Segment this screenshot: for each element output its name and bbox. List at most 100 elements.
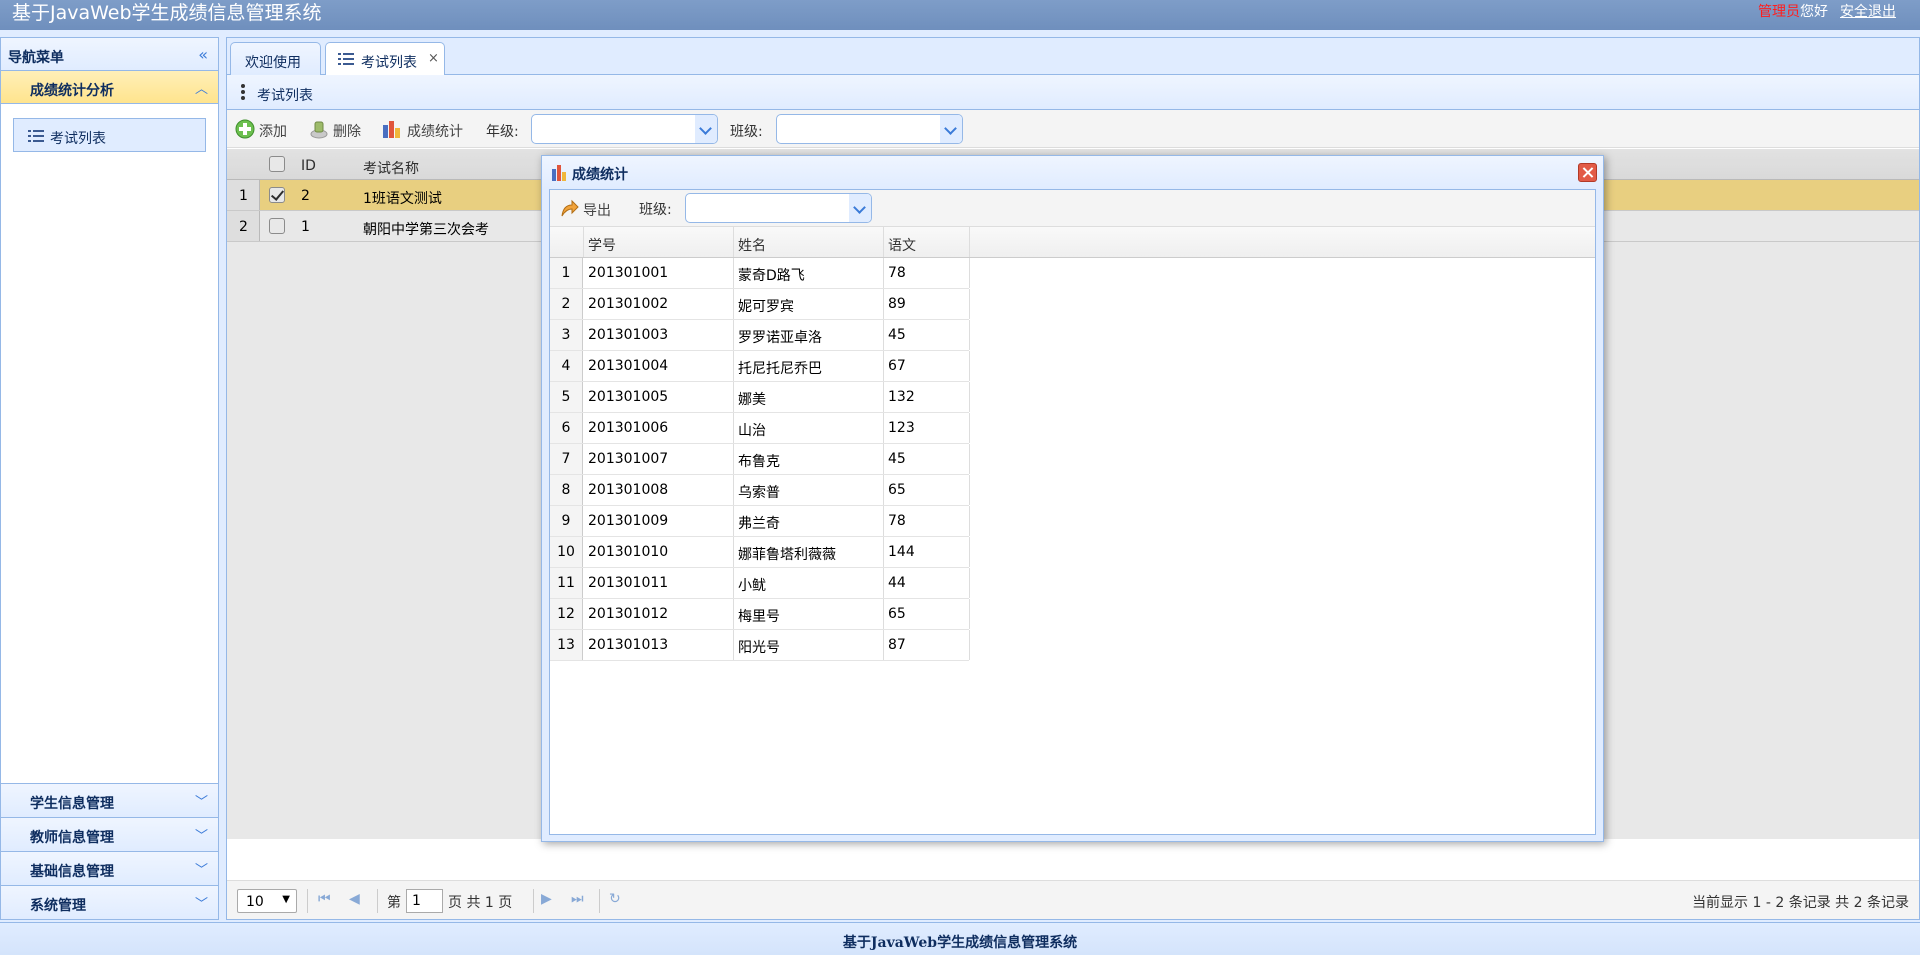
cell-chinese-score: 89 <box>888 296 906 312</box>
cell-student-name: 山治 <box>738 423 766 439</box>
cell-student-id: 201301002 <box>588 296 669 312</box>
prev-page-icon[interactable]: ◀ <box>349 891 360 907</box>
table-row[interactable]: 7 201301007 布鲁克 45 <box>550 444 970 475</box>
cell-chinese-score: 44 <box>888 575 906 591</box>
add-button[interactable]: 添加 <box>235 118 295 140</box>
cell-student-id: 201301013 <box>588 637 669 653</box>
table-row[interactable]: 9 201301009 弗兰奇 78 <box>550 506 970 537</box>
panel-menu-icon[interactable] <box>241 84 245 102</box>
bar-chart-icon <box>552 165 566 181</box>
cell-student-id: 201301006 <box>588 420 669 436</box>
first-page-icon[interactable]: ⏮ <box>318 891 331 907</box>
table-row[interactable]: 3 201301003 罗罗诺亚卓洛 45 <box>550 320 970 351</box>
logout-link[interactable]: 安全退出 <box>1840 4 1896 20</box>
add-label: 添加 <box>259 124 287 140</box>
dialog-class-select[interactable] <box>685 193 872 223</box>
class-select[interactable] <box>776 114 963 144</box>
list-icon <box>338 52 354 66</box>
cell-chinese-score: 132 <box>888 389 915 405</box>
page-size-value: 10 <box>246 894 264 910</box>
refresh-icon[interactable]: ↻ <box>609 891 621 907</box>
accordion-basic-info[interactable]: 基础信息管理 ﹀ <box>1 851 218 885</box>
pager-divider <box>307 889 308 913</box>
dialog-title: 成绩统计 <box>572 167 628 183</box>
column-header-student-id: 学号 <box>588 238 616 254</box>
cell-student-id: 201301007 <box>588 451 669 467</box>
accordion-label: 基础信息管理 <box>30 864 114 880</box>
tab-exam-list[interactable]: 考试列表 × <box>325 42 445 76</box>
cell-chinese-score: 78 <box>888 265 906 281</box>
column-header-chinese: 语文 <box>888 238 916 254</box>
cell-student-id: 201301010 <box>588 544 669 560</box>
page-suffix: 页 共 1 页 <box>448 895 513 911</box>
accordion-score-analysis[interactable]: 成绩统计分析 ︿ <box>1 71 218 104</box>
dialog-toolbar: 导出 班级: <box>550 190 1595 227</box>
next-page-icon[interactable]: ▶ <box>541 891 552 907</box>
accordion-teacher-info[interactable]: 教师信息管理 ﹀ <box>1 817 218 851</box>
grade-select[interactable] <box>531 114 718 144</box>
dialog-header[interactable]: 成绩统计 <box>542 156 1603 189</box>
chevron-up-icon: ︿ <box>194 82 208 97</box>
page-size-select[interactable]: 10 ▼ <box>237 889 297 913</box>
accordion-label: 教师信息管理 <box>30 830 114 846</box>
dialog-class-label: 班级: <box>639 202 672 218</box>
app-header: 基于JavaWeb学生成绩信息管理系统 管理员您好 安全退出 <box>0 0 1920 30</box>
chevron-down-icon: ﹀ <box>194 897 208 912</box>
user-role: 管理员 <box>1758 4 1800 20</box>
close-tab-icon[interactable]: × <box>428 51 439 66</box>
delete-button[interactable]: 删除 <box>309 118 369 140</box>
cell-student-name: 乌索普 <box>738 485 780 501</box>
grade-label: 年级: <box>486 124 519 140</box>
row-number: 1 <box>550 258 583 288</box>
dialog-body: 导出 班级: 学号 姓名 语文 1 201301001 蒙奇D路飞 78 2 201301… <box>549 189 1596 835</box>
pager-divider <box>377 889 378 913</box>
delete-icon <box>310 121 328 139</box>
row-number: 3 <box>550 320 583 350</box>
table-row[interactable]: 6 201301006 山治 123 <box>550 413 970 444</box>
table-row[interactable]: 1 201301001 蒙奇D路飞 78 <box>550 258 970 289</box>
chevron-down-icon[interactable] <box>940 115 962 143</box>
cell-student-id: 201301004 <box>588 358 669 374</box>
close-dialog-button[interactable] <box>1578 163 1597 182</box>
accordion-label: 学生信息管理 <box>30 796 114 812</box>
chevron-down-icon: ﹀ <box>194 829 208 844</box>
export-label: 导出 <box>583 203 611 219</box>
row-number: 8 <box>550 475 583 505</box>
table-row[interactable]: 11 201301011 小鱿 44 <box>550 568 970 599</box>
chevron-down-icon: ﹀ <box>194 795 208 810</box>
accordion-student-info[interactable]: 学生信息管理 ﹀ <box>1 783 218 817</box>
cell-chinese-score: 144 <box>888 544 915 560</box>
export-button[interactable]: 导出 <box>559 197 619 219</box>
tab-welcome[interactable]: 欢迎使用 <box>230 42 321 75</box>
score-grid-body: 1 201301001 蒙奇D路飞 78 2 201301002 妮可罗宾 89 3 201301… <box>550 258 1595 661</box>
page-number-input[interactable]: 1 <box>406 889 443 913</box>
table-row[interactable]: 10 201301010 娜菲鲁塔利薇薇 144 <box>550 537 970 568</box>
table-row[interactable]: 13 201301013 阳光号 87 <box>550 630 970 661</box>
pagination-bar: 10 ▼ ⏮ ◀ 第 1 页 共 1 页 ▶ ⏭ ↻ 当前显示 1 - 2 条记… <box>227 880 1919 919</box>
sidebar-title: 导航菜单 <box>8 50 64 66</box>
cell-student-name: 小鱿 <box>738 578 766 594</box>
table-row[interactable]: 12 201301012 梅里号 65 <box>550 599 970 630</box>
row-number: 11 <box>550 568 583 598</box>
accordion-label: 成绩统计分析 <box>30 83 114 99</box>
table-row[interactable]: 2 201301002 妮可罗宾 89 <box>550 289 970 320</box>
sidebar-header: 导航菜单 « <box>1 38 218 71</box>
menu-item-exam-list[interactable]: 考试列表 <box>13 118 206 152</box>
cell-student-name: 梅里号 <box>738 609 780 625</box>
user-area: 管理员您好 安全退出 <box>1758 3 1896 21</box>
table-row[interactable]: 8 201301008 乌索普 65 <box>550 475 970 506</box>
page-prefix: 第 <box>387 895 401 911</box>
row-number: 7 <box>550 444 583 474</box>
last-page-icon[interactable]: ⏭ <box>571 891 584 907</box>
accordion-system[interactable]: 系统管理 ﹀ <box>1 885 218 919</box>
column-header-student-name: 姓名 <box>738 238 766 254</box>
table-row[interactable]: 4 201301004 托尼托尼乔巴 67 <box>550 351 970 382</box>
cell-student-name: 弗兰奇 <box>738 516 780 532</box>
collapse-sidebar-icon[interactable]: « <box>198 45 208 64</box>
chevron-down-icon[interactable] <box>849 194 871 222</box>
table-row[interactable]: 5 201301005 娜美 132 <box>550 382 970 413</box>
score-grid-header: 学号 姓名 语文 <box>550 227 1595 258</box>
chevron-down-icon[interactable] <box>695 115 717 143</box>
score-stats-button[interactable]: 成绩统计 <box>382 118 472 140</box>
pager-divider <box>533 889 534 913</box>
